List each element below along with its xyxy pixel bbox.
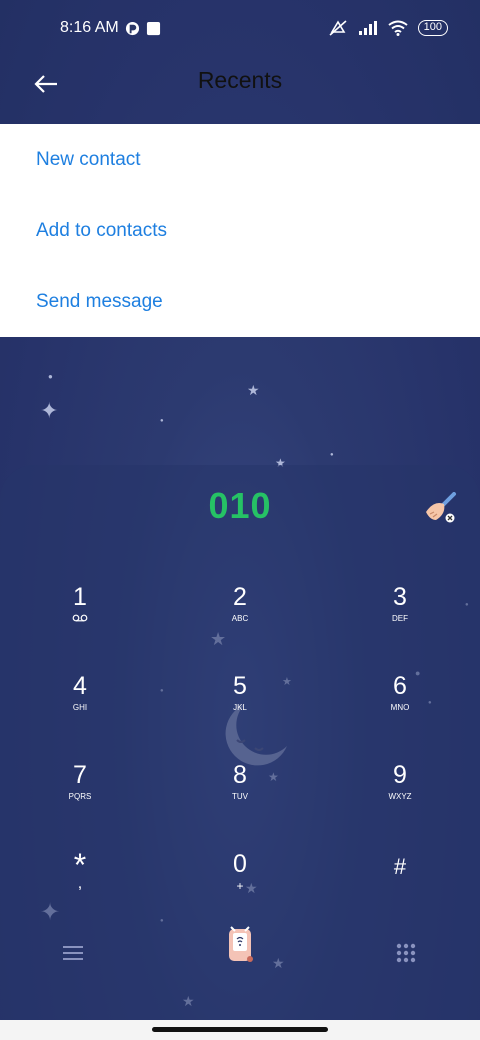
key-digit: # <box>393 854 407 879</box>
back-arrow-icon <box>34 75 57 93</box>
key-star[interactable]: * , <box>25 849 135 921</box>
key-digit: 4 <box>73 672 87 700</box>
key-letters: WXYZ <box>388 792 412 801</box>
call-button[interactable] <box>218 922 262 966</box>
menu-button[interactable] <box>51 931 95 975</box>
key-9[interactable]: 9 WXYZ <box>345 760 455 832</box>
status-time: 8:16 AM <box>60 19 119 36</box>
hamburger-menu-icon <box>63 946 83 960</box>
send-message-option[interactable]: Send message <box>0 266 480 337</box>
key-5[interactable]: 5 JKL <box>185 671 295 743</box>
add-to-contacts-option[interactable]: Add to contacts <box>0 195 480 266</box>
key-3[interactable]: 3 DEF <box>345 582 455 654</box>
back-button[interactable] <box>28 66 64 102</box>
key-0[interactable]: 0 + <box>185 849 295 921</box>
dialed-number: 010 <box>208 485 272 526</box>
key-7[interactable]: 7 PQRS <box>25 760 135 832</box>
broom-clear-icon <box>426 492 456 523</box>
dialpad-toggle-button[interactable] <box>384 931 428 975</box>
star-decoration: ● <box>330 452 334 458</box>
notification-square-icon <box>146 21 160 35</box>
key-hash[interactable]: # <box>345 849 455 921</box>
mute-icon <box>329 20 347 36</box>
key-digit: 2 <box>233 583 247 611</box>
key-letters: + <box>236 879 244 893</box>
page-title: Recents <box>197 66 283 93</box>
header: Recents <box>0 56 480 124</box>
key-letters: TUV <box>232 792 248 801</box>
status-bar: 8:16 AM 100 <box>0 0 480 56</box>
key-8[interactable]: 8 TUV <box>185 760 295 832</box>
key-letters: , <box>77 875 83 892</box>
star-decoration: ● <box>160 418 164 424</box>
star-decoration: ✦ <box>40 398 59 423</box>
new-contact-option[interactable]: New contact <box>0 124 480 195</box>
key-digit: 9 <box>393 761 407 789</box>
clear-button[interactable] <box>420 492 460 526</box>
key-letters: MNO <box>390 703 410 712</box>
phone-call-icon <box>229 926 253 962</box>
key-digit: 7 <box>73 761 87 789</box>
key-2[interactable]: 2 ABC <box>185 582 295 654</box>
wifi-icon <box>388 20 408 36</box>
context-menu: New contact Add to contacts Send message <box>0 124 480 337</box>
status-right: 100 <box>328 19 448 37</box>
star-decoration: ★ <box>247 382 260 398</box>
key-digit: 1 <box>73 583 87 611</box>
key-letters: DEF <box>392 614 408 623</box>
key-6[interactable]: 6 MNO <box>345 671 455 743</box>
home-indicator[interactable] <box>152 1027 328 1032</box>
key-digit: 6 <box>393 672 407 700</box>
key-letters: ABC <box>231 614 249 623</box>
key-letters: PQRS <box>68 792 92 801</box>
voicemail-icon <box>72 614 88 622</box>
key-digit: 3 <box>393 583 407 611</box>
key-digit: 8 <box>233 761 247 789</box>
key-4[interactable]: 4 GHI <box>25 671 135 743</box>
status-left: 8:16 AM <box>60 19 161 37</box>
dialpad-grid-icon <box>396 943 416 963</box>
battery-icon: 100 <box>417 20 448 36</box>
battery-level: 100 <box>423 21 442 33</box>
browser-icon <box>125 21 139 35</box>
key-1[interactable]: 1 <box>25 582 135 654</box>
signal-icon <box>358 21 377 35</box>
key-letters: JKL <box>233 703 247 712</box>
system-nav-bar <box>0 1020 480 1040</box>
star-decoration: ● <box>48 372 53 381</box>
key-digit: 0 <box>233 850 247 878</box>
key-digit: 5 <box>233 672 247 700</box>
key-letters: GHI <box>72 703 88 712</box>
